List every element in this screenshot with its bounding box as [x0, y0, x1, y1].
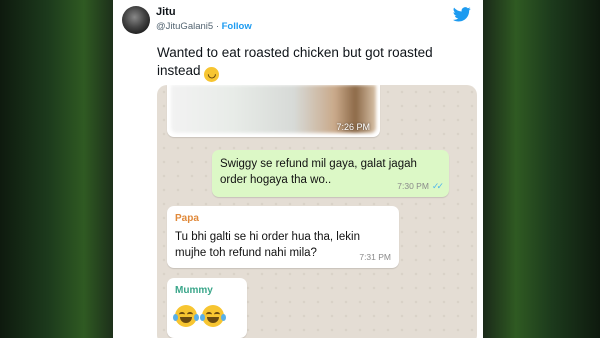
message-text: Tu bhi galti se hi order hua tha, lekin … — [175, 231, 360, 259]
author-name[interactable]: Jitu — [156, 6, 176, 18]
message-outgoing: Swiggy se refund mil gaya, galat jagah o… — [212, 150, 449, 197]
author-handle[interactable]: @JituGalani5 — [156, 21, 213, 32]
face-with-tears-of-joy-icon — [200, 305, 226, 327]
tweet-text-content: Wanted to eat roasted chicken but got ro… — [157, 45, 433, 78]
twitter-bird-icon[interactable] — [453, 7, 471, 22]
sender-name: Mummy — [175, 285, 213, 296]
avatar[interactable] — [122, 6, 150, 34]
double-tick-icon: ✓✓ — [431, 181, 444, 191]
message-time: 7:30 PM — [397, 181, 429, 191]
message-incoming-papa: Papa Tu bhi galti se hi order hua tha, l… — [167, 206, 399, 268]
sender-name: Papa — [175, 213, 199, 224]
message-meta: 7:30 PM ✓✓ — [397, 178, 444, 194]
message-incoming-mummy: Mummy — [167, 278, 247, 338]
message-time: 7:31 PM — [359, 252, 391, 262]
message-time: 7:26 PM — [336, 122, 370, 132]
author-meta: @JituGalani5 · Follow — [156, 21, 252, 32]
follow-button[interactable]: Follow — [222, 21, 252, 32]
chat-screenshot: 7:26 PM Swiggy se refund mil gaya, galat… — [157, 85, 477, 338]
meta-separator: · — [215, 21, 219, 32]
tweet-text: Wanted to eat roasted chicken but got ro… — [157, 44, 457, 82]
image-message: 7:26 PM — [167, 85, 380, 137]
tweet-card: Jitu @JituGalani5 · Follow Wanted to eat… — [113, 0, 483, 338]
face-with-tears-of-joy-icon — [173, 305, 199, 327]
grinning-face-icon: ◡ — [204, 67, 220, 82]
